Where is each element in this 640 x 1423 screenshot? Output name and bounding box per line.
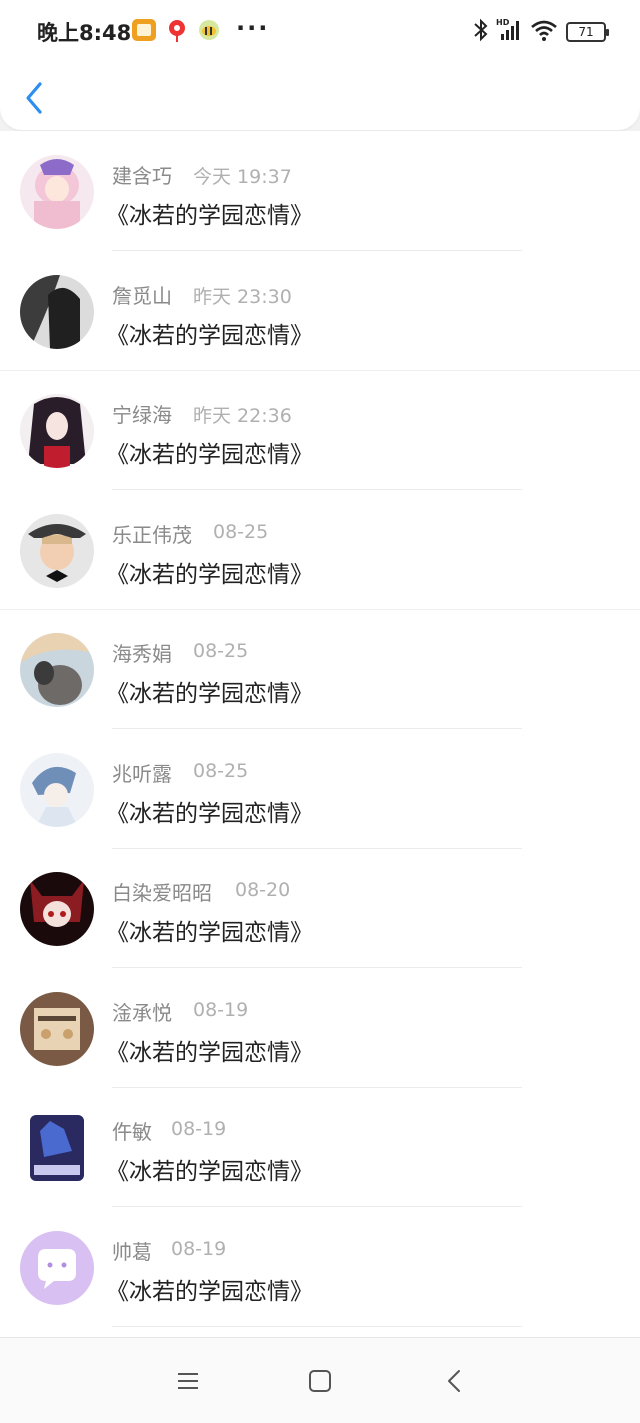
svg-text:HD: HD (496, 18, 510, 27)
list-item[interactable]: 建含巧 今天 19:37 《冰若的学园恋情》 (0, 131, 640, 251)
battery-indicator: 71 (566, 22, 609, 42)
avatar (20, 752, 94, 827)
bluetooth-icon (472, 18, 490, 46)
message-text: 《冰若的学园恋情》 (106, 800, 313, 827)
message-text: 《冰若的学园恋情》 (106, 1159, 313, 1185)
sender-name: 淦承悦 (112, 1000, 172, 1025)
system-back-button[interactable] (440, 1366, 470, 1396)
message-text: 《冰若的学园恋情》 (106, 322, 313, 349)
avatar (20, 155, 94, 229)
chat-bubble-icon (20, 1230, 94, 1305)
message-text: 《冰若的学园恋情》 (106, 920, 313, 946)
message-time: 08-25 (193, 759, 249, 782)
avatar (20, 274, 94, 349)
avatar (20, 872, 94, 946)
avatar (20, 991, 94, 1066)
map-pin-icon (165, 18, 189, 48)
message-list: 建含巧 今天 19:37 《冰若的学园恋情》 詹觅山 昨天 23:30 《冰若的… (0, 131, 640, 1337)
wifi-icon (530, 18, 558, 46)
message-time: 08-25 (213, 520, 269, 543)
avatar (20, 1111, 94, 1185)
message-text: 《冰若的学园恋情》 (106, 681, 313, 707)
sender-name: 詹觅山 (112, 283, 172, 308)
status-time: 晚上8:48 (37, 21, 132, 45)
chevron-left-icon (26, 82, 42, 114)
top-bar: 晚上8:48 ··· HD 71 (0, 0, 640, 130)
memo-icon (131, 18, 157, 46)
avatar (20, 394, 94, 468)
message-text: 《冰若的学园恋情》 (106, 561, 313, 588)
sender-name: 仵敏 (112, 1120, 152, 1144)
sender-name: 兆听露 (112, 761, 172, 786)
message-time: 08-19 (171, 1118, 227, 1140)
list-item[interactable]: 仵敏 08-19 《冰若的学园恋情》 (0, 1087, 640, 1207)
message-time: 08-19 (171, 1237, 227, 1260)
list-item[interactable]: 淦承悦 08-19 《冰若的学园恋情》 (0, 968, 640, 1088)
list-item[interactable]: 白染爱昭昭 08-20 《冰若的学园恋情》 (0, 848, 640, 968)
home-square-icon (309, 1370, 331, 1392)
sender-name: 海秀娟 (112, 642, 172, 666)
status-bar: 晚上8:48 ··· HD 71 (0, 0, 640, 62)
more-notifications: ··· (236, 14, 270, 42)
message-text: 《冰若的学园恋情》 (106, 1278, 313, 1305)
list-item[interactable]: 乐正伟茂 08-25 《冰若的学园恋情》 (0, 490, 640, 610)
bee-icon (197, 18, 221, 46)
message-time: 今天 19:37 (193, 166, 292, 188)
sender-name: 帅葛 (112, 1239, 152, 1264)
list-item[interactable]: 海秀娟 08-25 《冰若的学园恋情》 (0, 609, 640, 729)
sender-name: 白染爱昭昭 (112, 881, 212, 905)
menu-icon (178, 1373, 198, 1389)
avatar (20, 633, 94, 707)
list-item[interactable]: 詹觅山 昨天 23:30 《冰若的学园恋情》 (0, 251, 640, 371)
system-nav-bar (0, 1337, 640, 1423)
message-time: 08-19 (193, 998, 249, 1021)
message-text: 《冰若的学园恋情》 (106, 442, 313, 468)
list-item[interactable]: 帅葛 08-19 《冰若的学园恋情》 (0, 1207, 640, 1327)
message-time: 08-20 (235, 879, 291, 901)
message-time: 昨天 22:36 (193, 405, 292, 427)
signal-icon: HD (495, 17, 523, 47)
message-time: 08-25 (193, 640, 249, 662)
menu-button[interactable] (173, 1366, 203, 1396)
home-button[interactable] (305, 1366, 335, 1396)
sender-name: 宁绿海 (112, 403, 172, 427)
back-triangle-icon (448, 1370, 460, 1392)
divider (112, 1325, 522, 1327)
list-item[interactable]: 兆听露 08-25 《冰若的学园恋情》 (0, 729, 640, 849)
sender-name: 乐正伟茂 (112, 522, 192, 547)
avatar (20, 1230, 94, 1305)
avatar (20, 513, 94, 588)
message-time: 昨天 23:30 (193, 285, 292, 308)
list-item[interactable]: 宁绿海 昨天 22:36 《冰若的学园恋情》 (0, 370, 640, 490)
sender-name: 建含巧 (112, 164, 172, 188)
back-button[interactable] (20, 78, 50, 118)
message-text: 《冰若的学园恋情》 (106, 1039, 313, 1066)
message-text: 《冰若的学园恋情》 (106, 203, 313, 229)
